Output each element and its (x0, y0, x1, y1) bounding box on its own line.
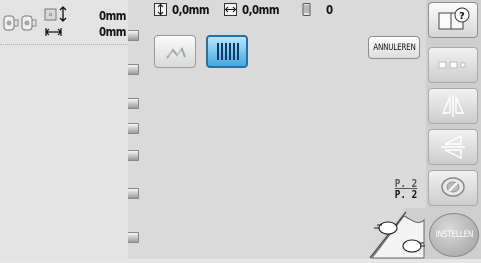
binding-hook (128, 64, 139, 75)
page-turn-icon (368, 208, 426, 259)
pattern-size-icon (44, 6, 67, 36)
page-turn-button[interactable] (368, 206, 426, 259)
page-ring-binding (128, 0, 140, 259)
thread-spool-icon (302, 3, 311, 16)
binding-hook (128, 232, 139, 243)
page-indicator: P. 2 P. 2 (392, 178, 419, 200)
pattern-list-area: 0,0mm 0,0mm 0 ANNULEREN P. 2 P. 2 (128, 0, 426, 259)
pattern-height-value: 0mm (98, 8, 127, 23)
svg-text:?: ? (459, 11, 465, 22)
fill-stitch-button[interactable] (206, 35, 248, 68)
array-button[interactable] (428, 47, 478, 83)
help-button[interactable]: ? (428, 2, 478, 38)
pattern-width-value: 0mm (98, 24, 127, 39)
horizontal-offset-value: 0,0mm (242, 2, 280, 17)
cancel-button-label: ANNULEREN (372, 42, 416, 53)
binding-hook (128, 30, 139, 41)
array-icon (438, 61, 466, 69)
binding-hook (128, 188, 139, 199)
function-toolbar: ? INSTELLEN (426, 0, 481, 259)
memory-icon (441, 177, 465, 197)
binding-hook (128, 98, 139, 109)
set-button[interactable]: INSTELLEN (429, 213, 479, 257)
vertical-offset-value: 0,0mm (172, 2, 210, 17)
fill-stitch-icon (217, 43, 239, 60)
thread-count-value: 0 (326, 2, 333, 17)
mirror-vertical-button[interactable] (428, 129, 478, 165)
memory-button[interactable] (428, 170, 478, 206)
set-button-label: INSTELLEN (435, 230, 473, 240)
satin-stitch-button[interactable] (154, 35, 196, 68)
position-info-bar: 0,0mm 0,0mm 0 (140, 0, 426, 20)
horizontal-offset-icon (224, 3, 237, 16)
mirror-horizontal-button[interactable] (428, 88, 478, 124)
pattern-preview-panel: 0mm 0mm (0, 0, 129, 259)
binding-hook (128, 123, 139, 134)
presser-foot-icons (3, 15, 37, 31)
help-book-icon: ? (438, 7, 470, 30)
mirror-horizontal-icon (441, 95, 465, 117)
embroidery-edit-screen: 0mm 0mm 0,0mm 0,0mm 0 ANNULEREN P. 2 P. … (0, 0, 481, 259)
mirror-vertical-icon (441, 134, 465, 160)
binding-hook (128, 150, 139, 161)
page-total: P. 2 (394, 188, 418, 201)
pattern-size-header: 0mm 0mm (0, 0, 128, 45)
vertical-offset-icon (154, 3, 167, 16)
cancel-button[interactable]: ANNULEREN (368, 36, 420, 59)
satin-stitch-icon (166, 47, 186, 59)
